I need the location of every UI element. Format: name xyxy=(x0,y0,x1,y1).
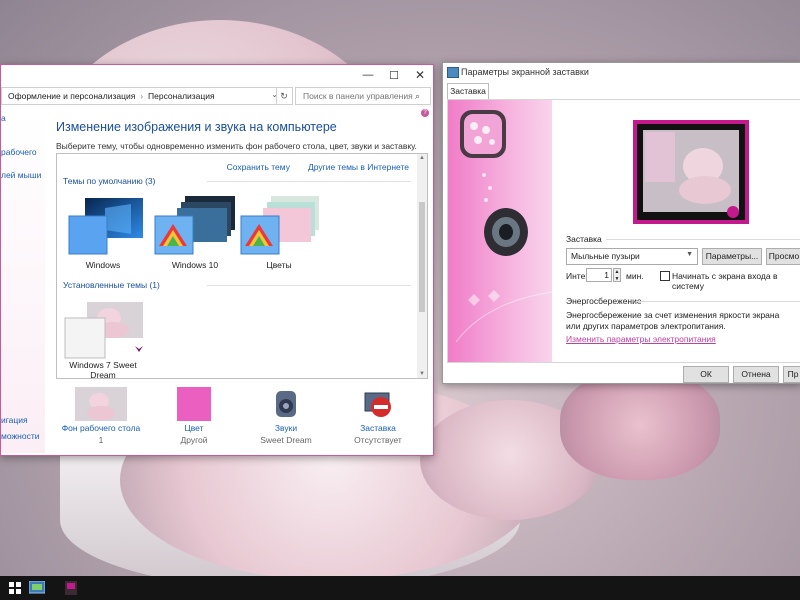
breadcrumb-separator[interactable]: › xyxy=(140,92,143,101)
search-input[interactable] xyxy=(301,90,415,102)
theme-windows10-thumbnail xyxy=(154,196,235,255)
tab-strip: Заставка xyxy=(447,83,799,99)
minutes-label: мин. xyxy=(626,271,644,281)
preview-button[interactable]: Просмо xyxy=(766,248,800,265)
page-description: Выберите тему, чтобы одновременно измени… xyxy=(56,141,417,151)
desktop-background-label[interactable]: Фон рабочего стола xyxy=(56,423,146,433)
close-button[interactable]: ✕ xyxy=(407,65,433,85)
screensaver-selected-value: Мыльные пузыри xyxy=(571,251,640,261)
control-panel-glyph-icon xyxy=(29,581,45,594)
interval-input[interactable]: 1 xyxy=(586,268,612,282)
title-bar: — ☐ ✕ xyxy=(1,65,433,85)
change-power-settings-link[interactable]: Изменить параметры электропитания xyxy=(566,334,716,344)
theme-windows[interactable]: Windows xyxy=(61,194,145,274)
nav-link-desktop-icons[interactable]: рабочего xyxy=(1,147,37,157)
settings-button[interactable]: Параметры... xyxy=(702,248,762,265)
nav-link-navigation[interactable]: игация xyxy=(1,415,28,425)
tab-screensaver[interactable]: Заставка xyxy=(447,83,489,99)
save-theme-link[interactable]: Сохранить тему xyxy=(227,162,290,172)
default-themes-heading: Темы по умолчанию (3) xyxy=(63,176,156,186)
screensaver-group-label: Заставка xyxy=(566,234,602,244)
divider xyxy=(636,301,800,302)
cancel-button[interactable]: Отнена xyxy=(733,366,779,383)
theme-flowers[interactable]: Цветы xyxy=(237,194,321,274)
wallpaper-ribbon xyxy=(560,370,720,480)
sounds-setting[interactable]: Звуки Sweet Dream xyxy=(241,385,331,445)
page-title: Изменение изображения и звука на компьют… xyxy=(56,120,337,134)
minimize-button[interactable]: — xyxy=(355,65,381,85)
divider xyxy=(606,239,800,240)
nav-link-home[interactable]: а xyxy=(1,113,6,123)
windows-logo-icon xyxy=(9,582,21,594)
screensaver-setting[interactable]: Заставка Отсутствует xyxy=(333,385,423,445)
maximize-button[interactable]: ☐ xyxy=(381,65,407,85)
theme-label: Цветы xyxy=(266,260,292,270)
breadcrumb-appearance[interactable]: Оформление и персонализация xyxy=(8,91,135,101)
screensaver-preview xyxy=(633,120,749,224)
theme-settings-bar: Фон рабочего стола 1 Цвет Другой Звуки S… xyxy=(56,385,426,455)
taskbar xyxy=(0,576,800,600)
themes-list: Сохранить тему Другие темы в Интернете Т… xyxy=(56,153,428,379)
tab-content: Заставка Мыльные пузыри ▼ Параметры... П… xyxy=(447,99,800,363)
sounds-value: Sweet Dream xyxy=(260,435,312,445)
screensaver-dialog: Параметры экранной заставки Заставка Зас… xyxy=(442,62,800,384)
screensaver-taskbar-glyph-icon xyxy=(65,581,77,595)
desktop-background-setting[interactable]: Фон рабочего стола 1 xyxy=(56,385,146,445)
scroll-down-icon[interactable]: ▼ xyxy=(417,371,427,377)
color-setting[interactable]: Цвет Другой xyxy=(149,385,239,445)
screensaver-icon[interactable] xyxy=(56,576,86,600)
breadcrumb[interactable]: Оформление и персонализация › Персонализ… xyxy=(1,87,293,105)
dialog-title: Параметры экранной заставки xyxy=(461,67,589,77)
color-label[interactable]: Цвет xyxy=(149,423,239,433)
desktop-background-icon xyxy=(75,387,127,421)
theme-sweet-dream[interactable]: Windows 7 Sweet Dream xyxy=(61,300,145,378)
power-group-label: Энергосбережение xyxy=(566,296,642,306)
scroll-thumb[interactable] xyxy=(419,202,425,312)
nav-link-accessibility[interactable]: можности xyxy=(1,431,39,441)
sounds-label[interactable]: Звуки xyxy=(241,423,331,433)
desktop-background-value: 1 xyxy=(98,435,104,445)
screensaver-value: Отсутствует xyxy=(354,435,402,445)
theme-windows-thumbnail xyxy=(68,198,143,255)
left-navigation: а рабочего лей мыши игация можности xyxy=(1,113,45,453)
chevron-down-icon[interactable]: ▼ xyxy=(686,251,693,258)
search-box[interactable]: ⌕ xyxy=(295,87,431,105)
resume-login-label[interactable]: Начинать с экрана входа в систему xyxy=(672,271,800,291)
theme-flowers-thumbnail xyxy=(240,196,319,255)
address-bar: Оформление и персонализация › Персонализ… xyxy=(1,87,433,105)
search-icon[interactable]: ⌕ xyxy=(415,91,420,102)
help-icon[interactable]: ? xyxy=(421,109,429,117)
screensaver-select[interactable]: Мыльные пузыри ▼ xyxy=(566,248,698,265)
theme-label: Windows 7 Sweet Dream xyxy=(69,360,137,379)
breadcrumb-personalization[interactable]: Персонализация xyxy=(148,91,215,101)
interval-stepper[interactable]: ▲ ▼ xyxy=(613,268,621,282)
divider xyxy=(207,285,411,286)
refresh-icon[interactable]: ↻ xyxy=(276,88,291,104)
theme-label: Windows xyxy=(85,260,121,270)
themes-scrollbar[interactable]: ▲ ▼ xyxy=(417,154,427,378)
speaker-icon xyxy=(276,391,296,417)
monitor-icon xyxy=(447,67,459,78)
theme-label: Windows 10 xyxy=(171,260,219,270)
screensaver-off-icon xyxy=(364,392,391,417)
color-swatch-icon xyxy=(177,387,211,421)
decorative-side-panel xyxy=(448,100,552,362)
nav-link-mouse-pointers[interactable]: лей мыши xyxy=(1,170,41,180)
installed-themes-heading: Установленные темы (1) xyxy=(63,280,160,290)
webcam-decoration-icon xyxy=(455,110,552,343)
scroll-up-icon[interactable]: ▲ xyxy=(417,155,427,161)
divider xyxy=(207,181,411,182)
power-description: Энергосбережение за счет изменения яркос… xyxy=(566,310,780,331)
theme-windows-10[interactable]: Windows 10 xyxy=(153,194,237,274)
more-themes-link[interactable]: Другие темы в Интернете xyxy=(308,162,409,172)
ok-button[interactable]: ОК xyxy=(683,366,729,383)
personalization-window: — ☐ ✕ Оформление и персонализация › Перс… xyxy=(0,64,434,456)
apply-button[interactable]: Пр xyxy=(783,366,800,383)
resume-login-checkbox[interactable] xyxy=(660,271,670,281)
theme-sweet-dream-thumbnail xyxy=(64,302,143,359)
control-panel-icon[interactable] xyxy=(22,576,52,600)
color-value: Другой xyxy=(180,435,208,445)
screensaver-label[interactable]: Заставка xyxy=(333,423,423,433)
